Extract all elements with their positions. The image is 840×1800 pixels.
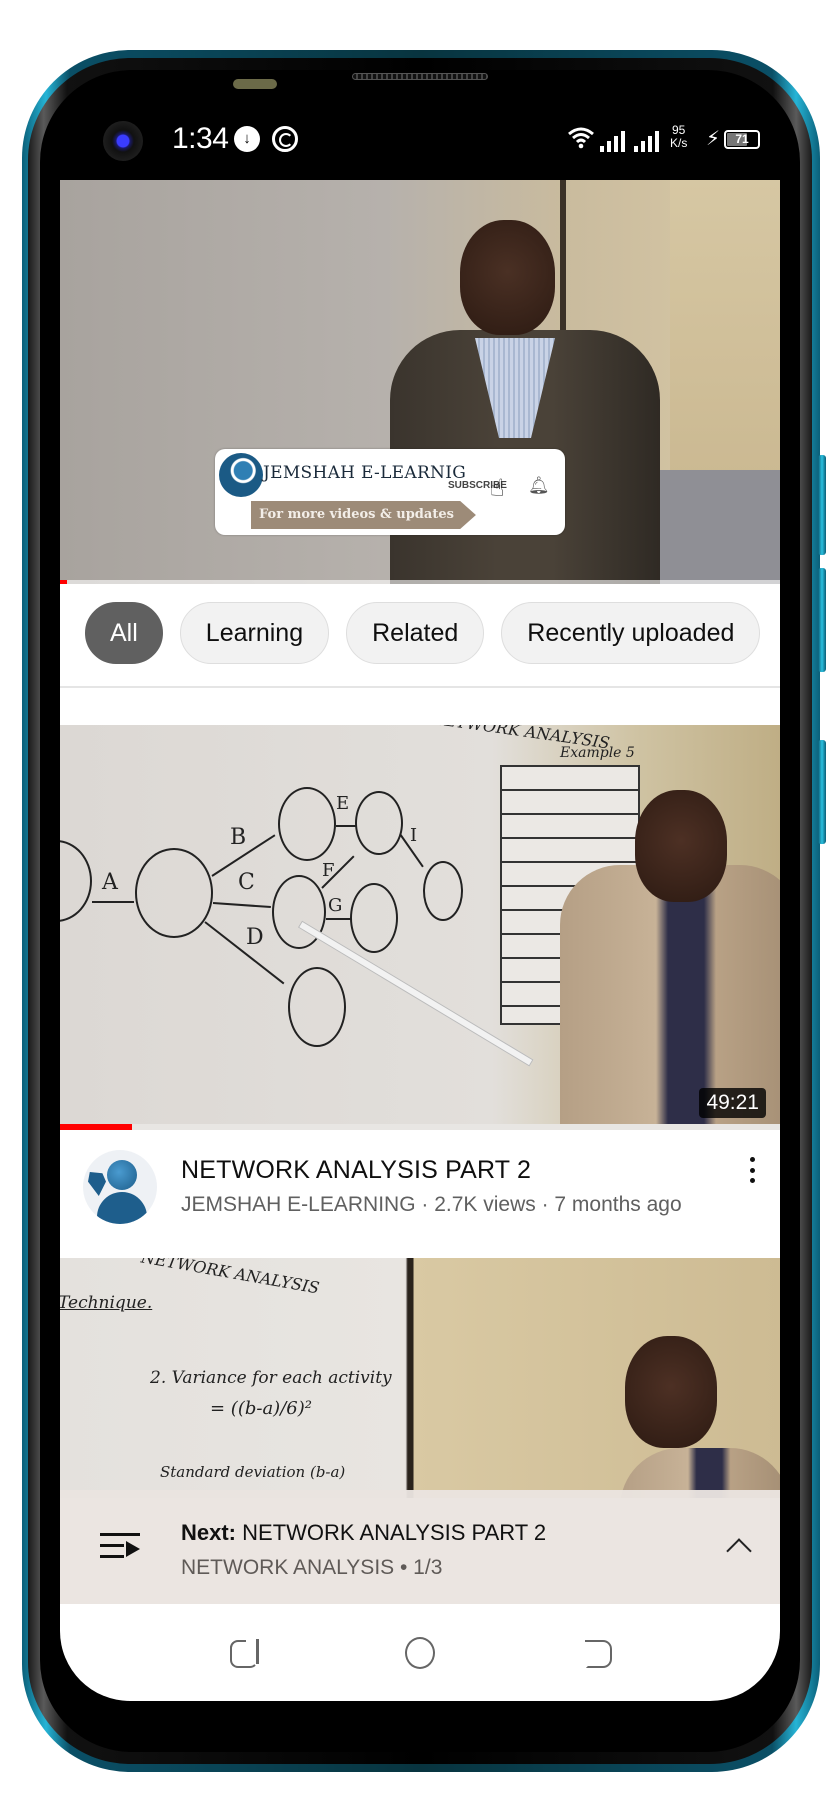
edge-label: I [410,825,418,846]
network-edge [212,902,271,909]
video-player[interactable]: JEMSHAH E-LEARNIG For more videos & upda… [60,180,780,584]
video-meta: JEMSHAH E-LEARNING · 2.7K views · 7 mont… [181,1193,682,1216]
network-node [355,791,403,855]
bell-icon: 🔔︎ [528,476,550,495]
screen: 1:34 ↓ 95 K/s ⚡ 71 JEMSHAH E-LEARNIG For… [60,96,780,1701]
recents-button[interactable] [229,1639,259,1668]
volume-up-button [818,455,826,555]
network-edge [92,901,134,903]
back-button[interactable] [585,1639,612,1668]
pointer-hand-icon: ☝ [490,475,505,502]
presenter-head [635,790,727,902]
wifi-icon [568,127,594,149]
network-edge [336,825,356,827]
chip-related[interactable]: Related [346,602,485,664]
network-edge [326,918,351,920]
avatar-africa-shape [88,1172,106,1196]
avatar-arch-shape [97,1192,147,1224]
front-camera [103,121,143,161]
q-app-icon [272,126,298,152]
signal-sim2-icon [634,130,659,152]
edge-label: D [246,925,264,950]
video-title[interactable]: NETWORK ANALYSIS PART 2 [181,1156,531,1185]
presenter-head [460,220,555,335]
avatar-globe-shape [107,1160,137,1190]
edge-label: E [336,793,350,814]
chip-all[interactable]: All [85,602,163,664]
network-speed-unit: K/s [670,136,688,150]
edge-label: G [328,895,343,916]
network-node [423,861,463,921]
edge-label: C [238,870,255,895]
next-video-title: NETWORK ANALYSIS PART 2 [242,1520,547,1545]
playlist-queue-icon [100,1530,142,1560]
whiteboard-formula: = ((b-a)/6)² [210,1398,312,1419]
presenter-head [625,1336,717,1448]
banner-tagline: For more videos & updates [251,501,476,529]
related-feed: All Learning Related Recently uploaded N… [60,584,780,1606]
whiteboard-technique: Technique. [60,1293,153,1313]
network-node [60,840,92,922]
video-item[interactable]: NETWORK ANALYSIS PART 2 JEMSHAH E-LEARNI… [60,1130,780,1258]
subscribe-banner: JEMSHAH E-LEARNIG For more videos & upda… [215,449,565,535]
video-thumbnail[interactable]: NETWORK ANALYSIS Example 5 A B C D E F G… [60,725,780,1130]
whiteboard-formula-label: 2. Variance for each activity [150,1368,392,1388]
earpiece-speaker [352,73,488,80]
chip-learning[interactable]: Learning [179,602,330,664]
whiteboard-example: Example 5 [560,745,635,761]
network-node [135,848,213,938]
proximity-sensor [233,79,277,89]
chevron-up-icon[interactable] [726,1538,752,1564]
divider [60,686,780,688]
status-bar: 1:34 ↓ 95 K/s ⚡ 71 [60,96,780,180]
clock: 1:34 [172,122,229,155]
whiteboard-heading: NETWORK ANALYSIS [139,1258,321,1298]
filter-chips: All Learning Related Recently uploaded [60,602,761,664]
playlist-info: NETWORK ANALYSIS • 1/3 [181,1556,443,1579]
video-background-wall [660,470,780,584]
channel-logo-icon [219,453,263,497]
network-speed: 95 K/s [670,124,687,150]
banner-channel-name: JEMSHAH E-LEARNIG [263,463,467,483]
edge-label: B [230,825,247,850]
network-node [350,883,398,953]
edge-label: F [322,860,335,881]
network-node [278,787,336,861]
more-options-icon[interactable] [740,1155,764,1185]
signal-sim1-icon [600,130,625,152]
volume-down-button [818,568,826,672]
system-nav-bar [60,1604,780,1701]
playlist-bar[interactable]: Next: NETWORK ANALYSIS PART 2 NETWORK AN… [60,1490,780,1604]
home-button[interactable] [405,1637,435,1669]
battery-icon: 71 [724,130,760,149]
network-edge [204,921,285,985]
charging-icon: ⚡ [706,128,721,150]
duration-badge: 49:21 [699,1088,766,1118]
battery-level: 71 [735,132,749,146]
power-button [818,740,826,844]
edge-label: A [102,870,118,895]
download-icon: ↓ [234,126,260,152]
whiteboard-next-line: Standard deviation (b-a) [160,1463,346,1481]
channel-avatar[interactable] [83,1150,157,1224]
next-video-line: Next: NETWORK ANALYSIS PART 2 [181,1520,546,1546]
network-node [288,967,346,1047]
video-thumbnail[interactable]: NETWORK ANALYSIS Technique. 2. Variance … [60,1258,780,1498]
next-prefix: Next: [181,1520,237,1545]
chip-recently-uploaded[interactable]: Recently uploaded [501,602,761,664]
